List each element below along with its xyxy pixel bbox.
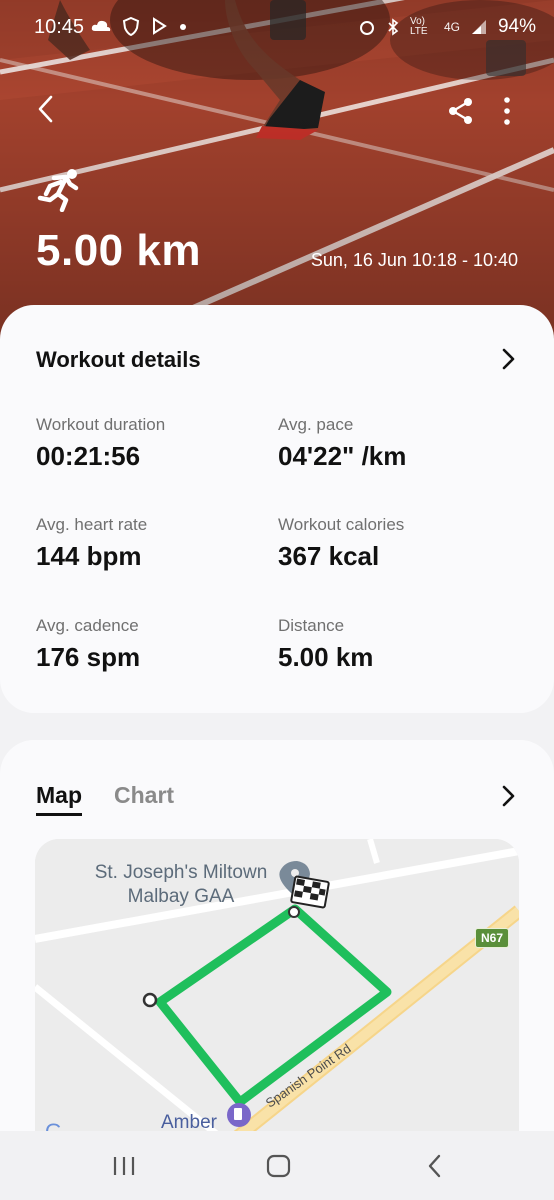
status-right: Vo) LTE 4G 94% bbox=[358, 16, 536, 38]
back-icon[interactable] bbox=[422, 1153, 452, 1179]
back-button[interactable] bbox=[28, 92, 62, 126]
map-tabs: Map Chart bbox=[36, 782, 174, 816]
network-label: 4G bbox=[443, 20, 460, 34]
stat-value: 04'22" /km bbox=[278, 441, 407, 471]
tab-map[interactable]: Map bbox=[36, 782, 82, 816]
battery-label: 94% bbox=[497, 16, 536, 37]
stat-avg-pace: Avg. pace 04'22" /km bbox=[278, 415, 406, 472]
stat-avg-heart-rate: Avg. heart rate 144 bpm bbox=[36, 515, 147, 572]
hero-distance: 5.00 km bbox=[36, 226, 201, 275]
more-options-button[interactable] bbox=[494, 96, 520, 126]
stat-value: 367 kcal bbox=[278, 541, 380, 571]
stat-avg-cadence: Avg. cadence 176 spm bbox=[36, 616, 140, 673]
status-time: 10:45 bbox=[34, 16, 85, 38]
chevron-right-icon[interactable] bbox=[500, 784, 516, 808]
more-vertical-icon bbox=[504, 97, 510, 125]
status-bar: 10:45 Vo) LTE 4G 94% bbox=[0, 0, 554, 56]
stat-workout-calories: Workout calories 367 kcal bbox=[278, 515, 404, 572]
stat-label: Workout duration bbox=[36, 415, 166, 434]
dot-icon bbox=[180, 24, 186, 30]
hero-header: 10:45 Vo) LTE 4G 94% 5.00 km Sun, 16 Jun… bbox=[0, 0, 554, 340]
signal-icon bbox=[471, 20, 486, 34]
bluetooth-icon bbox=[388, 18, 399, 36]
stat-label: Avg. pace bbox=[278, 415, 354, 434]
cloud-icon bbox=[91, 20, 111, 31]
stat-label: Distance bbox=[278, 616, 345, 635]
chevron-left-icon bbox=[38, 95, 53, 123]
stat-label: Avg. heart rate bbox=[36, 515, 148, 534]
stat-value: 5.00 km bbox=[278, 642, 374, 672]
alarm-icon bbox=[359, 21, 374, 35]
stat-value: 176 spm bbox=[36, 642, 141, 672]
chevron-right-icon[interactable] bbox=[500, 347, 516, 371]
system-nav-bar bbox=[0, 1131, 554, 1200]
workout-date-range: Sun, 16 Jun 10:18 - 10:40 bbox=[310, 250, 518, 270]
workout-details-card: Workout details Workout duration 00:21:5… bbox=[0, 305, 554, 713]
stat-label: Avg. cadence bbox=[36, 616, 139, 635]
play-icon bbox=[153, 17, 167, 35]
stat-workout-duration: Workout duration 00:21:56 bbox=[36, 415, 165, 472]
stat-label: Workout calories bbox=[278, 515, 405, 534]
status-left-icons bbox=[90, 16, 188, 36]
workout-details-title[interactable]: Workout details bbox=[36, 347, 201, 373]
recents-icon[interactable] bbox=[110, 1153, 140, 1179]
map-place-label: St. Joseph's Miltown Malbay GAA bbox=[94, 862, 268, 907]
stat-value: 00:21:56 bbox=[36, 441, 141, 471]
stat-distance: Distance 5.00 km bbox=[278, 616, 373, 673]
running-icon bbox=[37, 169, 79, 212]
stat-value: 144 bpm bbox=[36, 541, 142, 571]
road-badge: N67 bbox=[475, 928, 510, 948]
share-button[interactable] bbox=[446, 96, 476, 126]
volte-label: Vo) LTE bbox=[409, 16, 428, 37]
share-icon bbox=[449, 98, 472, 124]
shield-icon bbox=[122, 16, 140, 36]
home-icon[interactable] bbox=[264, 1153, 294, 1179]
tab-chart[interactable]: Chart bbox=[114, 782, 174, 816]
finish-flag-icon bbox=[290, 875, 330, 909]
